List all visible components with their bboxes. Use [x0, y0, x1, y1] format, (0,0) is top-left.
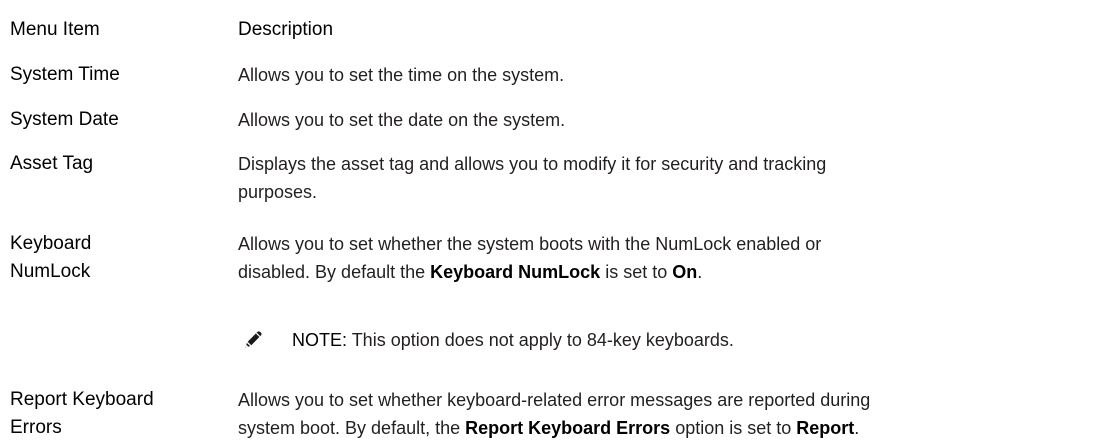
menu-item-report-keyboard-errors: Report Keyboard Errors: [10, 386, 238, 442]
description-asset-tag: Displays the asset tag and allows you to…: [238, 150, 1110, 206]
description-report-keyboard-errors: Allows you to set whether keyboard-relat…: [238, 386, 1110, 442]
description-line: purposes.: [238, 182, 318, 202]
option-name-keyboard-numlock: Keyboard NumLock: [430, 262, 601, 282]
bios-options-table: Menu Item Description System Time Allows…: [10, 0, 1110, 438]
menu-item-system-date: System Date: [10, 109, 119, 130]
note-label: NOTE:: [292, 330, 348, 350]
description-system-date: Allows you to set the date on the system…: [238, 110, 566, 130]
menu-item-line: Keyboard: [10, 233, 92, 254]
description-text: system boot. By default, the: [238, 418, 466, 438]
description-text: disabled. By default the: [238, 262, 431, 282]
table-row-system-date: System Date Allows you to set the date o…: [10, 106, 1110, 134]
table-row-keyboard-numlock: Keyboard NumLock Allows you to set wheth…: [10, 230, 1110, 286]
note-text: NOTE: This option does not apply to 84-k…: [292, 326, 734, 354]
table-row-system-time: System Time Allows you to set the time o…: [10, 61, 1110, 89]
note-box: NOTE: This option does not apply to 84-k…: [238, 325, 734, 355]
description-text: .: [697, 262, 703, 282]
table-row-asset-tag: Asset Tag Displays the asset tag and all…: [10, 150, 1110, 206]
description-keyboard-numlock: Allows you to set whether the system boo…: [238, 230, 1110, 286]
menu-item-line: NumLock: [10, 261, 91, 282]
default-value-on: On: [672, 262, 698, 282]
description-line: Allows you to set whether keyboard-relat…: [238, 390, 871, 410]
description-text: is set to: [600, 262, 673, 282]
description-system-time: Allows you to set the time on the system…: [238, 65, 565, 85]
menu-item-system-time: System Time: [10, 64, 120, 85]
description-line: disabled. By default the Keyboard NumLoc…: [238, 258, 1110, 286]
table-header-row: Menu Item Description: [10, 0, 1110, 48]
note-pencil-icon: [245, 331, 262, 348]
header-description: Description: [238, 19, 334, 40]
description-text: option is set to: [670, 418, 797, 438]
description-line: Displays the asset tag and allows you to…: [238, 154, 827, 174]
menu-item-line: Report Keyboard: [10, 389, 154, 410]
menu-item-asset-tag: Asset Tag: [10, 153, 94, 174]
header-menu-item: Menu Item: [10, 19, 100, 40]
table-row-report-keyboard-errors: Report Keyboard Errors Allows you to set…: [10, 386, 1110, 442]
menu-item-line: Errors: [10, 417, 62, 438]
menu-item-keyboard-numlock: Keyboard NumLock: [10, 230, 238, 286]
description-text: .: [854, 418, 860, 438]
note-body: This option does not apply to 84-key key…: [347, 330, 734, 350]
description-line: system boot. By default, the Report Keyb…: [238, 414, 1110, 442]
description-line: Allows you to set whether the system boo…: [238, 234, 822, 254]
default-value-report: Report: [796, 418, 855, 438]
option-name-report-keyboard-errors: Report Keyboard Errors: [465, 418, 671, 438]
